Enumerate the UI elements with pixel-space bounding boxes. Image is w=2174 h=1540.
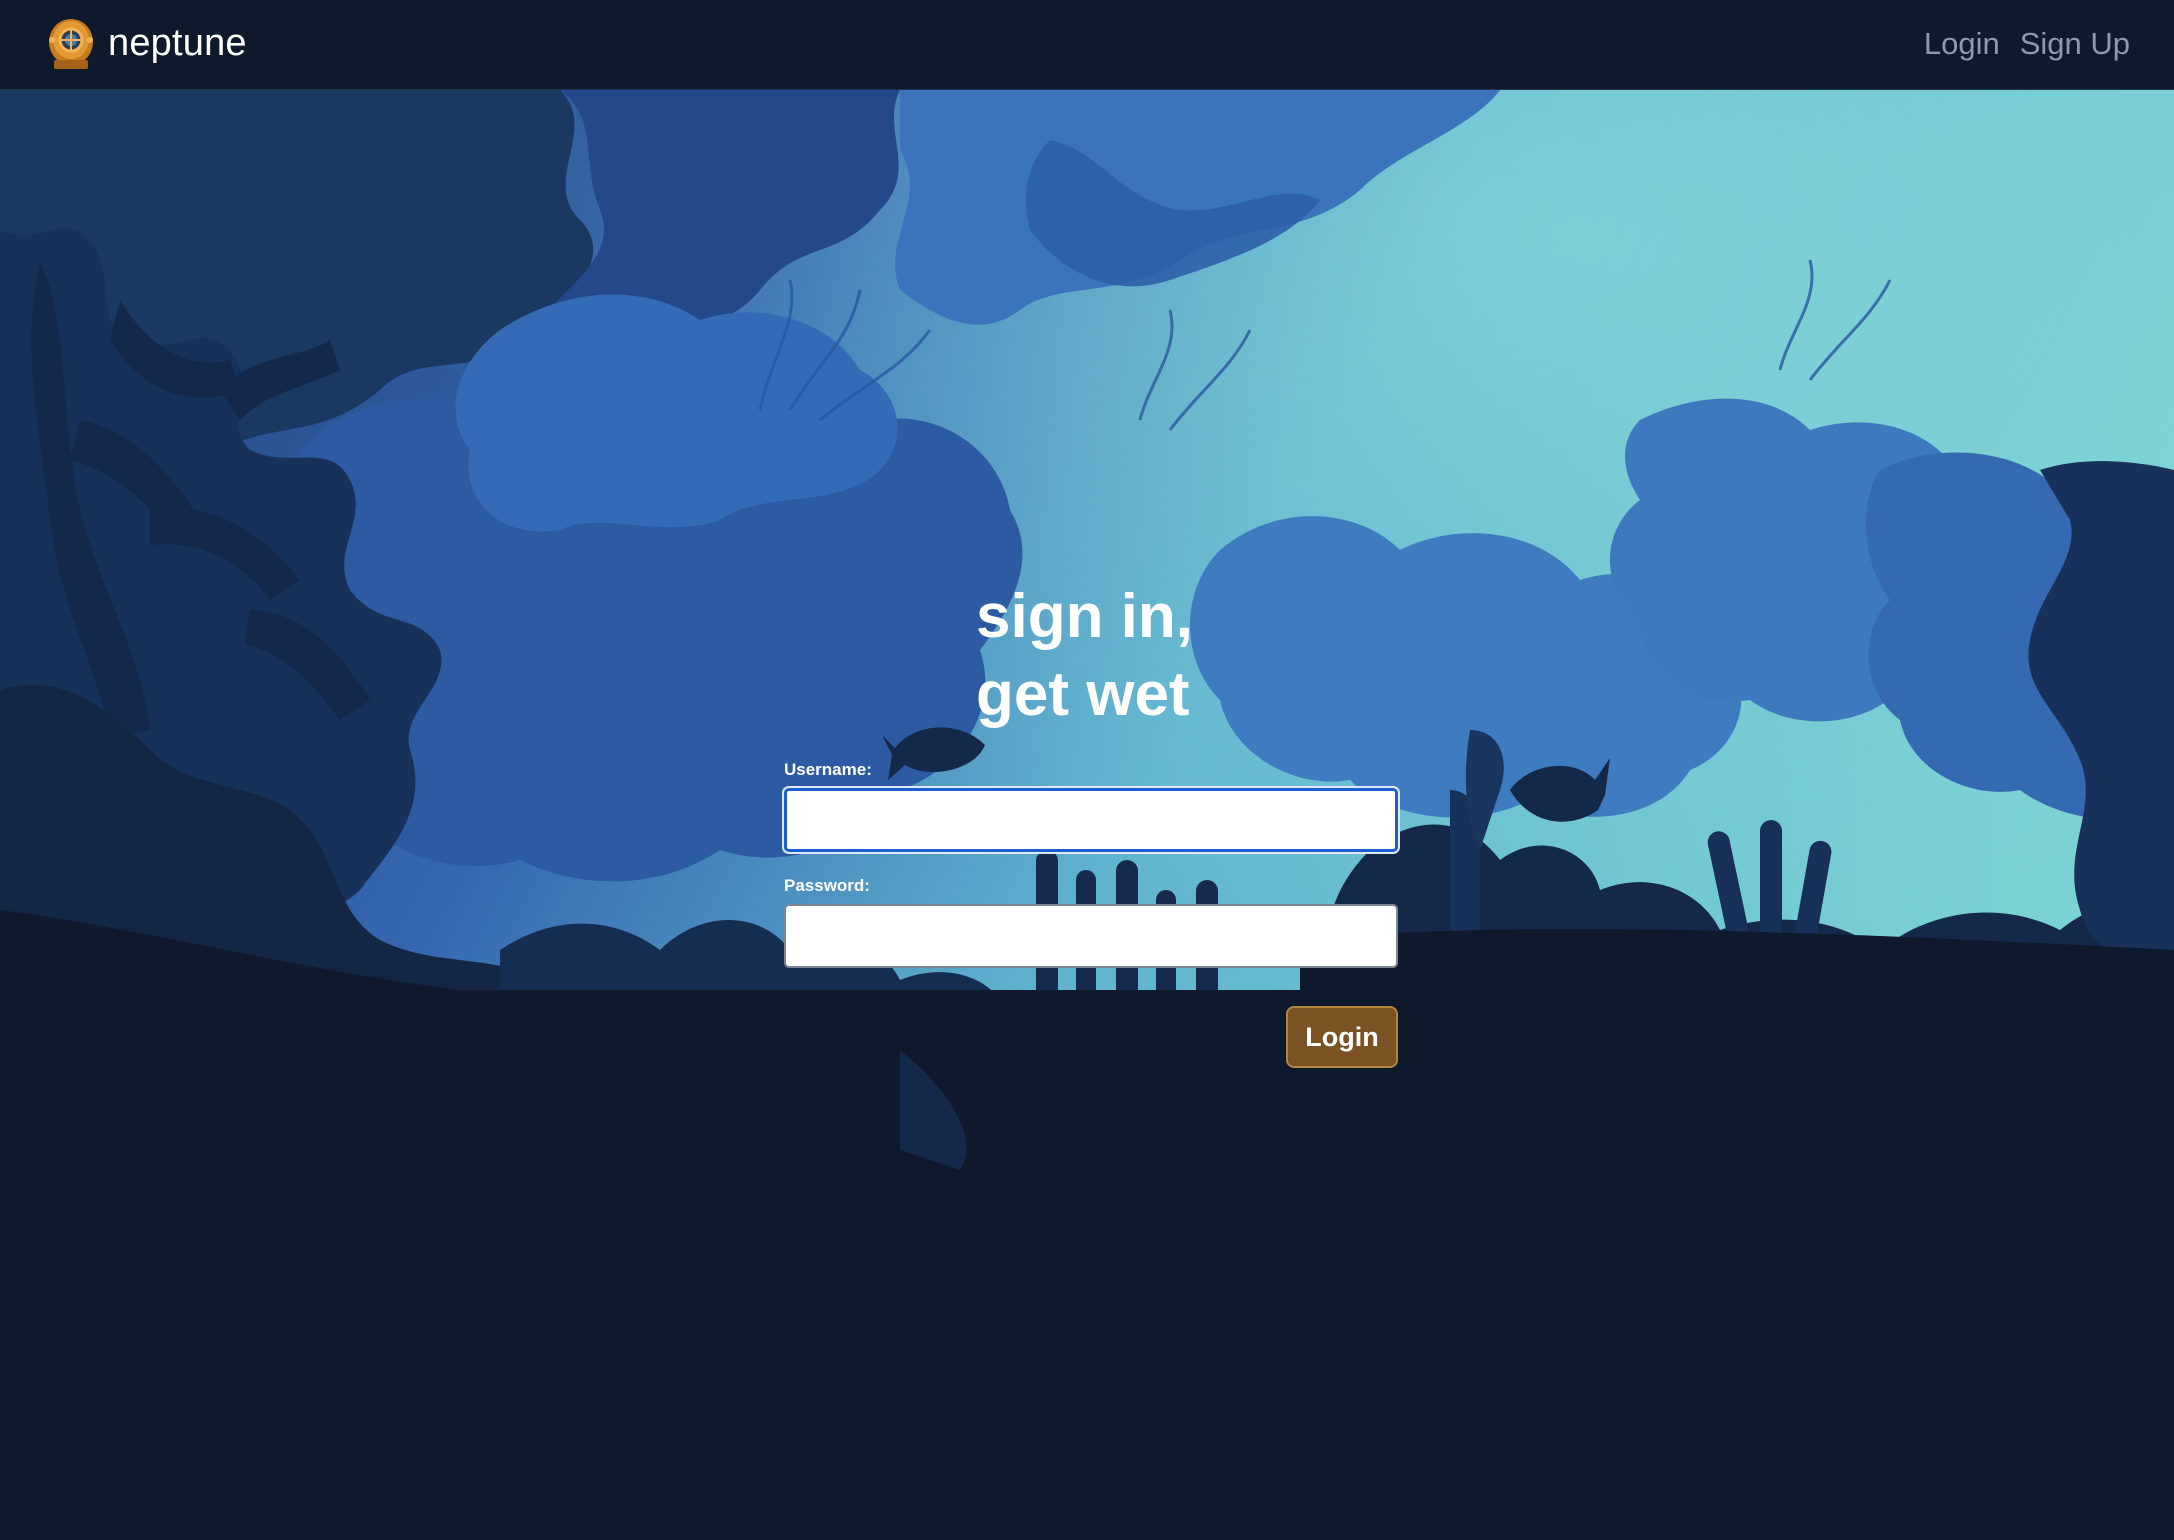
- form-actions: Login: [784, 1006, 1398, 1068]
- navbar: neptune Login Sign Up: [0, 0, 2174, 90]
- login-button[interactable]: Login: [1286, 1006, 1398, 1068]
- login-page: neptune Login Sign Up sign in, get wet U…: [0, 0, 2174, 1540]
- username-label: Username:: [784, 760, 872, 779]
- brand-name: neptune: [108, 22, 247, 64]
- nav-signup-link[interactable]: Sign Up: [2020, 22, 2130, 66]
- diving-helmet-icon: [49, 19, 93, 69]
- username-input[interactable]: [784, 788, 1398, 852]
- title-line-1: sign in,: [976, 582, 1193, 651]
- title-line-2: get wet: [976, 660, 1190, 729]
- nav-links: Login Sign Up: [1924, 22, 2130, 66]
- page-title: sign in, get wet: [976, 578, 1398, 734]
- login-form: sign in, get wet Username: Password: Log…: [784, 578, 1398, 1068]
- password-label: Password:: [784, 876, 870, 895]
- brand-link[interactable]: neptune: [46, 16, 247, 70]
- nav-login-link[interactable]: Login: [1924, 22, 2000, 66]
- password-input[interactable]: [784, 904, 1398, 968]
